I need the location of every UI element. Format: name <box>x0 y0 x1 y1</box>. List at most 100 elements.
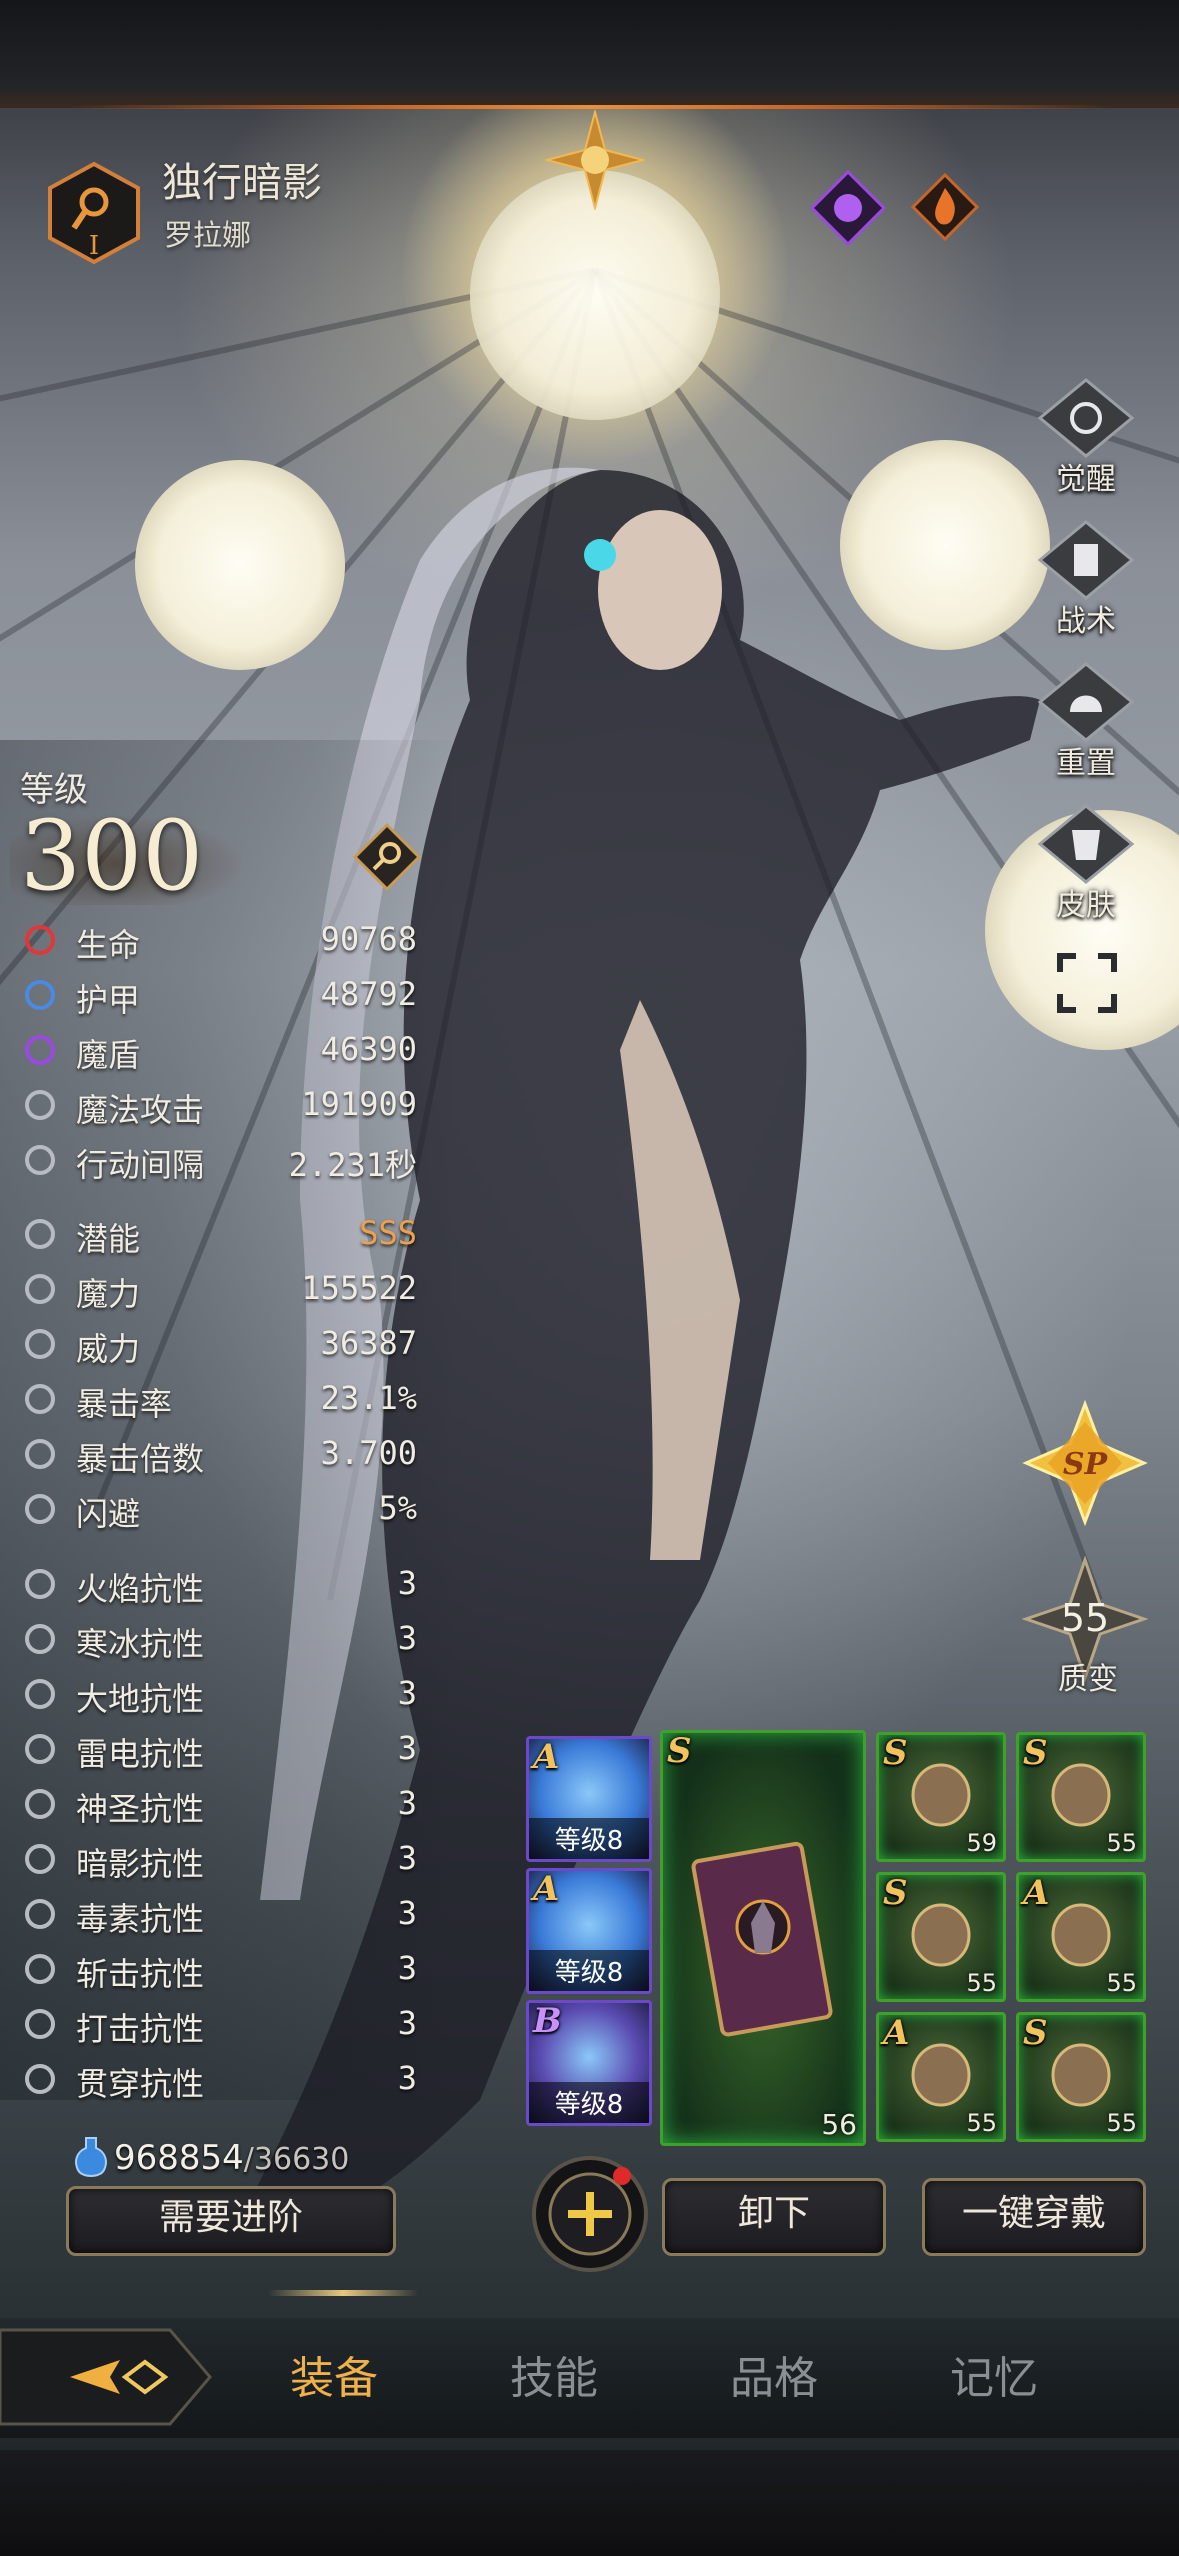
equipment-grade: S <box>1023 1733 1048 1773</box>
transmute-value: 55 <box>1061 1596 1109 1640</box>
armor-icon <box>1037 804 1135 884</box>
currency-required: /36630 <box>243 2142 350 2177</box>
stat-name: 潜能 <box>76 1220 141 1258</box>
currency-display: 968854/36630 <box>114 2138 349 2178</box>
class-badge-icon[interactable]: I <box>48 162 140 264</box>
tower-icon <box>1037 520 1135 600</box>
fist-icon <box>25 1329 55 1359</box>
stat-value: 3.700 <box>320 1434 417 1472</box>
tactics-label: 战术 <box>1056 604 1116 639</box>
tab-character[interactable]: 品格 <box>730 2342 818 2406</box>
stat-value: 36387 <box>320 1324 417 1362</box>
equipment-slot[interactable]: A 55 <box>1016 1872 1146 2002</box>
stat-name: 贯穿抗性 <box>76 2065 205 2103</box>
equipment-slot[interactable]: S 55 <box>876 1872 1006 2002</box>
top-ornament-line <box>70 105 1110 109</box>
stat-value: 191909 <box>301 1085 417 1123</box>
holy-icon <box>25 1789 55 1819</box>
tab-skills[interactable]: 技能 <box>510 2342 598 2406</box>
health-cross-icon <box>25 925 55 955</box>
stat-value: 155522 <box>301 1269 417 1307</box>
stat-row: 行动间隔 2.231秒 <box>22 1138 417 1184</box>
rune-level: 等级8 <box>529 1818 649 1859</box>
rune-slot[interactable]: A 等级8 <box>526 1868 652 1994</box>
bracelet-icon <box>911 2043 971 2107</box>
stat-name: 暴击率 <box>76 1385 173 1423</box>
tab-memory[interactable]: 记忆 <box>950 2342 1038 2406</box>
moon-right <box>840 440 1050 650</box>
stat-row: 魔法攻击 191909 <box>22 1083 417 1129</box>
equipment-grade: A <box>883 2013 910 2053</box>
spellbook-icon <box>691 1841 833 2037</box>
wand-icon <box>25 1090 55 1120</box>
sp-badge-icon[interactable]: SP <box>1022 1400 1148 1526</box>
reset-button[interactable]: 重置 <box>1032 662 1140 781</box>
stat-name: 暴击倍数 <box>76 1440 205 1478</box>
equipment-level: 55 <box>966 2109 997 2137</box>
shadow-element-icon[interactable] <box>808 168 888 248</box>
auto-equip-button[interactable]: 一键穿戴 <box>922 2178 1146 2256</box>
stat-value: SSS <box>359 1214 417 1252</box>
moon-left <box>135 460 345 670</box>
equipment-slot[interactable]: A 55 <box>876 2012 1006 2142</box>
boots-icon <box>1051 2043 1111 2107</box>
equipment-slot[interactable]: S 59 <box>876 1732 1006 1862</box>
stat-row: 寒冰抗性 3 <box>22 1617 417 1663</box>
rune-grade: B <box>533 2001 562 2041</box>
unequip-label: 卸下 <box>737 2193 810 2234</box>
fullscreen-icon[interactable] <box>1056 952 1118 1014</box>
slash-icon <box>25 1954 55 1984</box>
tactics-button[interactable]: 战术 <box>1032 520 1140 639</box>
stat-row: 神圣抗性 3 <box>22 1782 417 1828</box>
magnifier-icon[interactable] <box>352 822 422 892</box>
stat-value: 3 <box>397 1839 417 1877</box>
sun-emblem-icon <box>545 110 645 210</box>
awaken-button[interactable]: 觉醒 <box>1032 378 1140 497</box>
stat-row: 火焰抗性 3 <box>22 1562 417 1608</box>
stat-row: 潜能 SSS <box>22 1212 417 1258</box>
equipment-level: 55 <box>966 1969 997 1997</box>
stat-row: 暴击率 23.1% <box>22 1377 417 1423</box>
snowflake-icon <box>25 1624 55 1654</box>
fire-element-icon[interactable] <box>910 172 980 242</box>
rune-slot[interactable]: B 等级8 <box>526 2000 652 2126</box>
blunt-icon <box>25 2009 55 2039</box>
stat-name: 打击抗性 <box>76 2010 205 2048</box>
stat-name: 魔力 <box>76 1275 141 1313</box>
equipment-grade: S <box>883 1873 908 1913</box>
stat-row: 暗影抗性 3 <box>22 1837 417 1883</box>
add-button[interactable] <box>528 2152 652 2276</box>
flame-icon <box>25 1569 55 1599</box>
equipment-grade: S <box>883 1733 908 1773</box>
main-item-slot[interactable]: S 56 <box>660 1730 866 2146</box>
equipment-slot[interactable]: S 55 <box>1016 1732 1146 1862</box>
advance-button-label: 需要进阶 <box>158 2197 303 2238</box>
stat-value: 46390 <box>320 1030 417 1068</box>
stat-row: 魔盾 46390 <box>22 1028 417 1074</box>
back-button[interactable] <box>0 2322 212 2432</box>
arrow-icon <box>25 1439 55 1469</box>
rune-grade: A <box>533 1737 560 1777</box>
stat-row: 魔力 155522 <box>22 1267 417 1313</box>
advance-button[interactable]: 需要进阶 <box>66 2186 396 2256</box>
lightning-icon <box>25 1734 55 1764</box>
skin-button[interactable]: 皮肤 <box>1032 804 1140 923</box>
main-item-level: 56 <box>821 2108 857 2141</box>
stat-row: 威力 36387 <box>22 1322 417 1368</box>
awaken-label: 觉醒 <box>1056 462 1116 497</box>
rune-slot[interactable]: A 等级8 <box>526 1736 652 1862</box>
stat-name: 寒冰抗性 <box>76 1625 205 1663</box>
burst-icon <box>25 1384 55 1414</box>
unequip-button[interactable]: 卸下 <box>662 2178 886 2256</box>
stat-row: 雷电抗性 3 <box>22 1727 417 1773</box>
stat-row: 生命 90768 <box>22 918 417 964</box>
foot-icon <box>25 1494 55 1524</box>
tab-equipment[interactable]: 装备 <box>290 2342 378 2406</box>
rune-level: 等级8 <box>529 1950 649 1991</box>
stat-name: 暗影抗性 <box>76 1845 205 1883</box>
stat-value: 3 <box>397 1949 417 1987</box>
equipment-slot[interactable]: S 55 <box>1016 2012 1146 2142</box>
reset-label: 重置 <box>1056 746 1116 781</box>
equipment-grade: S <box>1023 2013 1048 2053</box>
auto-equip-label: 一键穿戴 <box>961 2193 1106 2234</box>
